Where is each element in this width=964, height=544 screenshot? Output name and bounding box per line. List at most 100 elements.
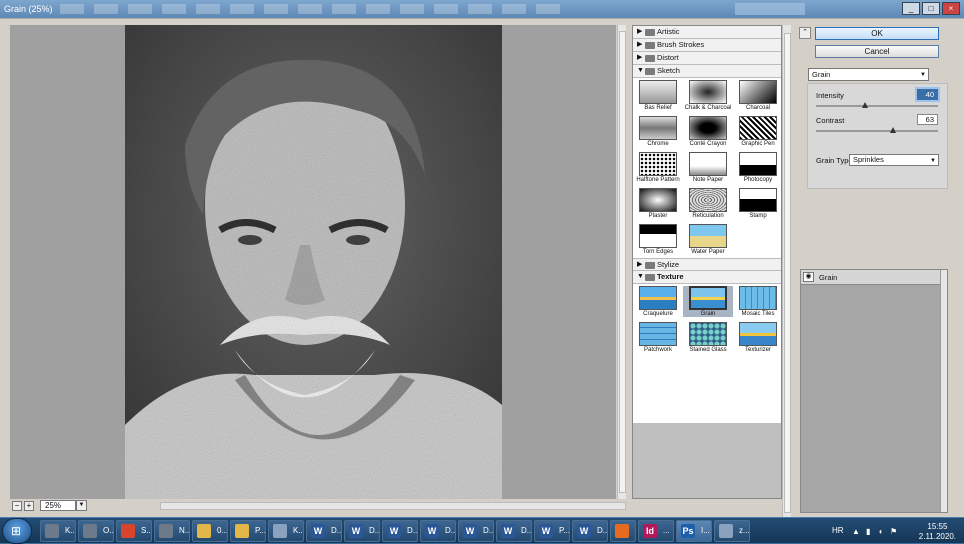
texture-filter-grain[interactable]: Grain [683,286,733,317]
sketch-filter-grid: Bas Relief Chalk & Charcoal Charcoal Chrome… [633,78,781,258]
filter-label: Plaster [648,213,668,219]
network-icon[interactable]: ▮ [866,527,870,536]
ok-button[interactable]: OK [815,27,939,40]
gallery-empty-area [632,423,782,499]
texture-filter-texturizer[interactable]: Texturizer [733,322,781,353]
taskbar-item-label: D... [483,526,494,535]
texture-filter-craquelure[interactable]: Craquelure [633,286,683,317]
filter-label: Water Paper [691,249,725,255]
filter-thumbnail [739,80,777,104]
sketch-filter-graphic-pen[interactable]: Graphic Pen [733,116,781,147]
taskbar-item[interactable]: W D... [344,520,380,542]
start-button[interactable]: ⊞ [2,518,32,544]
intensity-slider[interactable] [816,102,938,108]
layers-scrollbar[interactable] [940,270,947,512]
zoom-in-button[interactable]: + [24,501,34,511]
show-hidden-icons-icon[interactable]: ▲ [852,527,860,536]
taskbar-item[interactable]: 0... [192,520,228,542]
category-stylize[interactable]: ▶ Stylize [633,258,781,271]
sketch-filter-reticulation[interactable]: Reticulation [683,188,733,219]
zoom-level-field[interactable]: 25% [40,500,76,511]
preview-horizontal-scrollbar[interactable] [160,502,626,510]
filter-thumbnail [739,152,777,176]
maximize-icon[interactable]: □ [922,2,940,15]
texture-filter-grid: Craquelure Grain Mosaic Tiles Patchwork Stai… [633,284,781,356]
sketch-filter-photocopy[interactable]: Photocopy [733,152,781,183]
intensity-input[interactable]: 40 [915,87,940,102]
category-texture[interactable]: ▼ Texture [633,271,781,284]
taskbar-item[interactable]: N... [154,520,190,542]
category-distort[interactable]: ▶ Distort [633,52,781,65]
effect-layer-name: Grain [819,273,838,282]
taskbar-item[interactable]: W P... [534,520,570,542]
indesign-icon: Id [643,524,657,538]
taskbar-item[interactable]: W D... [420,520,456,542]
sketch-filter-halftone-pattern[interactable]: Halftone Pattern [633,152,683,183]
texture-filter-mosaic-tiles[interactable]: Mosaic Tiles [733,286,781,317]
texture-filter-patchwork[interactable]: Patchwork [633,322,683,353]
filter-thumbnail [639,322,677,346]
language-indicator[interactable]: HR [832,526,844,535]
texture-filter-stained-glass[interactable]: Stained Glass [683,322,733,353]
taskbar-item[interactable]: S... [116,520,152,542]
preview-image [125,25,502,499]
taskbar-item[interactable] [610,520,636,542]
intensity-slider-knob[interactable] [861,102,868,108]
taskbar-item[interactable]: W D... [496,520,532,542]
collapse-gallery-button[interactable]: ⌃ [799,27,811,39]
sketch-filter-cont-crayon[interactable]: Conté Crayon [683,116,733,147]
expand-arrow-icon: ▶ [637,261,643,268]
filter-label: Texturizer [744,347,771,353]
sketch-filter-chrome[interactable]: Chrome [633,116,683,147]
sketch-filter-charcoal[interactable]: Charcoal [733,80,781,111]
preview-vertical-scrollbar[interactable] [617,25,626,499]
effect-layer-row[interactable]: ◉ Grain [801,270,941,285]
taskbar-item[interactable]: Id... [638,520,674,542]
zoom-out-button[interactable]: − [12,501,22,511]
volume-icon[interactable]: ◖ [878,527,883,536]
folder-icon [645,29,655,36]
grain-type-select[interactable]: Sprinkles ▼ [849,154,939,166]
flag-icon[interactable]: ⚑ [890,527,897,536]
taskbar-item[interactable]: W D... [572,520,608,542]
chevron-down-icon: ▼ [920,72,926,78]
clock[interactable]: 15:55 2.11.2020. [919,522,956,542]
taskbar-item[interactable]: W D... [382,520,418,542]
filter-select[interactable]: Grain ▼ [808,68,929,81]
category-sketch[interactable]: ▼ Sketch [633,65,781,78]
gallery-scrollbar[interactable] [782,25,791,525]
taskbar-item[interactable]: Ps I... [676,520,712,542]
sketch-filter-bas-relief[interactable]: Bas Relief [633,80,683,111]
category-brush-strokes[interactable]: ▶ Brush Strokes [633,39,781,52]
contrast-slider[interactable] [816,127,938,133]
taskbar-item[interactable]: O... [78,520,114,542]
word-icon: W [501,524,515,538]
taskbar-item[interactable]: K... [40,520,76,542]
sketch-filter-plaster[interactable]: Plaster [633,188,683,219]
expand-arrow-icon: ▶ [637,54,643,61]
sketch-filter-torn-edges[interactable]: Torn Edges [633,224,683,255]
sketch-filter-water-paper[interactable]: Water Paper [683,224,733,255]
filter-label: Reticulation [692,213,724,219]
portrait-image [125,25,502,499]
sketch-filter-chalk-charcoal[interactable]: Chalk & Charcoal [683,80,733,111]
minimize-icon[interactable]: _ [902,2,920,15]
preview-area[interactable] [10,25,616,499]
category-artistic[interactable]: ▶ Artistic [633,26,781,39]
filter-label: Halftone Pattern [636,177,680,183]
taskbar-item-label: ... [663,526,670,535]
filter-thumbnail [639,286,677,310]
contrast-slider-knob[interactable] [889,127,896,133]
taskbar-item[interactable]: W D... [458,520,494,542]
close-icon[interactable]: × [942,2,960,15]
taskbar-item[interactable]: z... [714,520,750,542]
cancel-button[interactable]: Cancel [815,45,939,58]
taskbar-item[interactable]: W D... [306,520,342,542]
taskbar-item[interactable]: K... [268,520,304,542]
sketch-filter-stamp[interactable]: Stamp [733,188,781,219]
eye-icon[interactable]: ◉ [803,272,814,282]
zoom-dropdown-button[interactable]: ▼ [76,500,87,511]
contrast-input[interactable]: 63 [917,114,938,125]
taskbar-item[interactable]: P... [230,520,266,542]
sketch-filter-note-paper[interactable]: Note Paper [683,152,733,183]
